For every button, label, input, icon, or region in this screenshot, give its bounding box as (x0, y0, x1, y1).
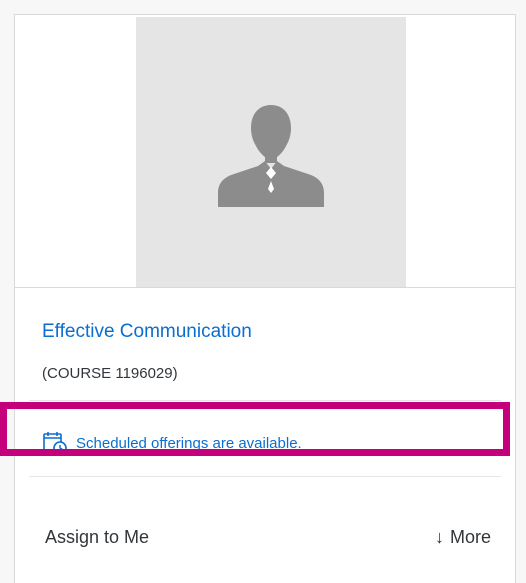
more-button[interactable]: ↓ More (435, 527, 491, 548)
divider (29, 400, 501, 401)
divider (29, 476, 501, 477)
course-thumbnail[interactable] (136, 17, 406, 287)
arrow-down-icon: ↓ (434, 527, 444, 547)
course-title-link[interactable]: Effective Communication (42, 321, 252, 343)
assign-to-me-button[interactable]: Assign to Me (45, 527, 149, 548)
more-label: More (449, 527, 491, 547)
thumbnail-area (15, 15, 515, 288)
page: Effective Communication (COURSE 1196029)… (0, 0, 526, 583)
highlight-box (0, 402, 510, 456)
person-silhouette-icon (218, 105, 324, 207)
course-id: (COURSE 1196029) (42, 365, 178, 382)
course-card: Effective Communication (COURSE 1196029)… (14, 14, 516, 583)
